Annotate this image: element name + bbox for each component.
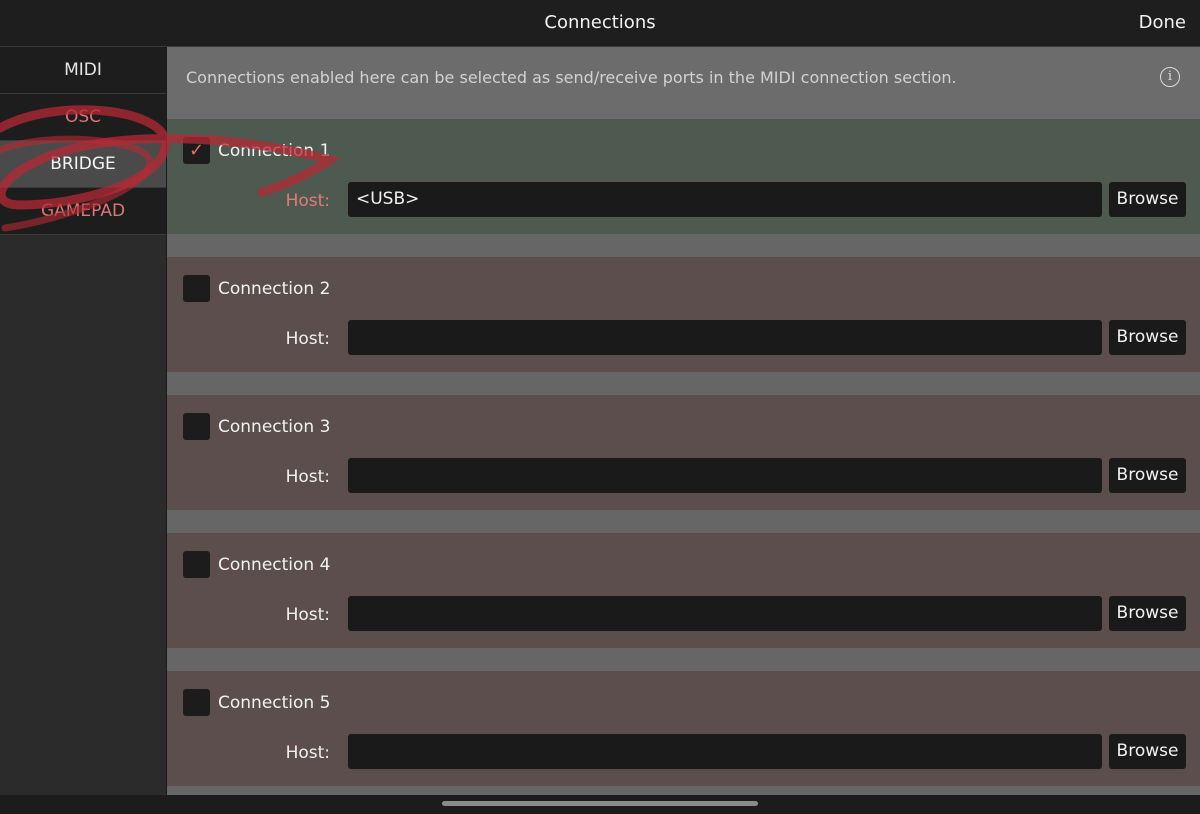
host-label: Host:	[285, 605, 330, 625]
sidebar-item-midi[interactable]: MIDI	[0, 47, 166, 94]
connection-name: Connection 4	[218, 555, 331, 575]
browse-button[interactable]: Browse	[1109, 320, 1186, 355]
host-field[interactable]	[348, 734, 1102, 769]
connection-row-3: Connection 3 Host: Browse	[167, 395, 1200, 510]
connection-checkbox[interactable]	[183, 551, 210, 578]
connection-row-4: Connection 4 Host: Browse	[167, 533, 1200, 648]
sidebar-item-gamepad[interactable]: GAMEPAD	[0, 188, 166, 235]
host-label: Host:	[285, 191, 330, 211]
bottom-bar	[0, 795, 1200, 814]
page-title: Connections	[544, 12, 656, 33]
connection-checkbox[interactable]	[183, 275, 210, 302]
home-indicator[interactable]	[442, 801, 758, 806]
browse-button[interactable]: Browse	[1109, 458, 1186, 493]
host-label: Host:	[285, 329, 330, 349]
browse-button[interactable]: Browse	[1109, 734, 1186, 769]
connection-name: Connection 5	[218, 693, 331, 713]
connection-row-5: Connection 5 Host: Browse	[167, 671, 1200, 786]
host-field[interactable]	[348, 458, 1102, 493]
host-field[interactable]	[348, 596, 1102, 631]
browse-button[interactable]: Browse	[1109, 182, 1186, 217]
host-field[interactable]: <USB>	[348, 182, 1102, 217]
sidebar-item-bridge[interactable]: BRIDGE	[0, 141, 166, 188]
host-label: Host:	[285, 467, 330, 487]
connection-name: Connection 1	[218, 141, 331, 161]
top-bar: Connections Done	[0, 0, 1200, 47]
sidebar: MIDI OSC BRIDGE GAMEPAD	[0, 47, 167, 795]
connection-name: Connection 2	[218, 279, 331, 299]
connections-panel: Connections enabled here can be selected…	[167, 47, 1200, 795]
info-text: Connections enabled here can be selected…	[186, 68, 957, 87]
info-banner: Connections enabled here can be selected…	[167, 47, 1200, 119]
info-icon[interactable]: i	[1160, 67, 1180, 87]
connection-checkbox[interactable]	[183, 413, 210, 440]
connection-name: Connection 3	[218, 417, 331, 437]
host-label: Host:	[285, 743, 330, 763]
connection-checkbox[interactable]	[183, 689, 210, 716]
connection-row-2: Connection 2 Host: Browse	[167, 257, 1200, 372]
browse-button[interactable]: Browse	[1109, 596, 1186, 631]
done-button[interactable]: Done	[1139, 0, 1186, 46]
sidebar-item-osc[interactable]: OSC	[0, 94, 166, 141]
connection-row-1: ✓ Connection 1 Host: <USB> Browse	[167, 119, 1200, 234]
host-field[interactable]	[348, 320, 1102, 355]
connection-checkbox[interactable]: ✓	[183, 137, 210, 164]
